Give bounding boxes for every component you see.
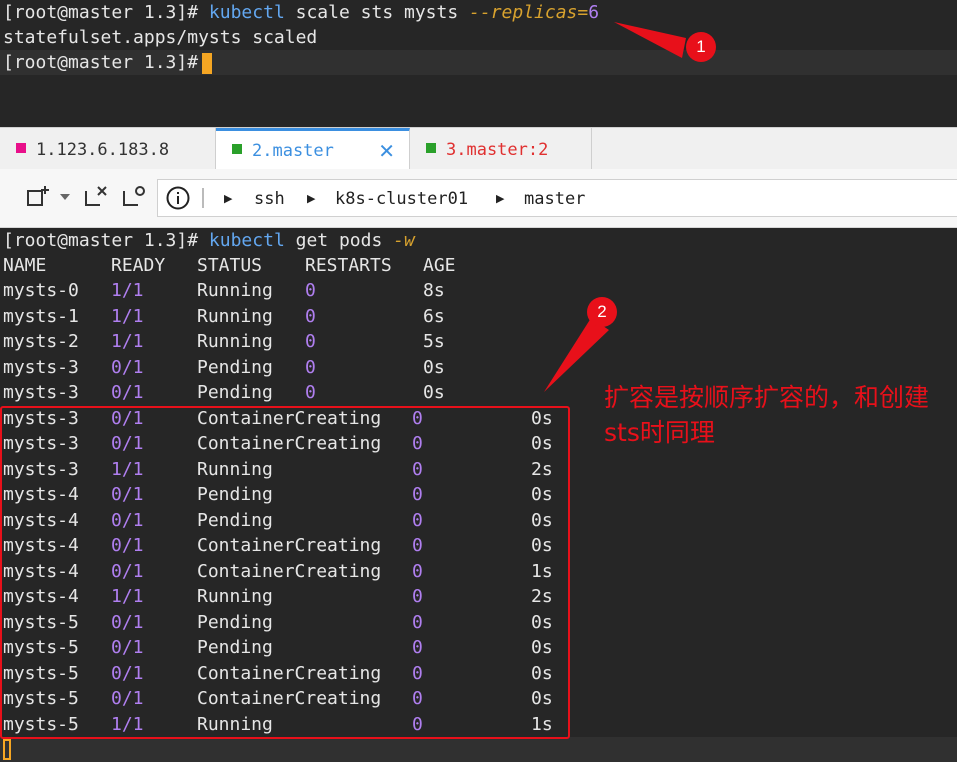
close-tab-icon[interactable]: ✕ (378, 131, 395, 171)
pod-restarts: 0 (305, 280, 316, 301)
pod-status: Running (197, 331, 273, 352)
pod-name: mysts-1 (3, 305, 79, 327)
tab-session-3[interactable]: 3.master:2 (410, 128, 592, 170)
table-row: mysts-0 1/1 Running 0 8s (3, 278, 953, 303)
breadcrumb-ssh[interactable]: ssh (254, 180, 285, 218)
pod-restarts: 0 (305, 356, 316, 378)
divider (202, 188, 204, 208)
top-terminal-pane[interactable]: [root@master 1.3]# kubectl scale sts mys… (0, 0, 957, 127)
tab-label: 1.123.6.183.8 (36, 140, 170, 160)
column-header: RESTARTS (305, 255, 392, 276)
session-status-icon (16, 143, 26, 153)
annotation-note: 扩容是按顺序扩容的，和创建sts时同理 (604, 383, 930, 447)
pod-ready: 1/1 (111, 305, 144, 327)
pod-status: Pending (197, 382, 273, 403)
pod-ready: 0/1 (111, 382, 144, 403)
command-args: scale sts mysts (284, 2, 470, 23)
breadcrumb-host[interactable]: master (524, 180, 585, 218)
table-row: mysts-1 1/1 Running 0 6s (3, 304, 953, 329)
session-settings-icon[interactable] (122, 185, 146, 209)
current-line-highlight (0, 737, 957, 762)
info-icon[interactable] (166, 186, 190, 210)
close-session-icon[interactable] (84, 185, 108, 209)
table-header: NAME READY STATUS RESTARTS AGE (3, 253, 953, 278)
pod-age: 6s (423, 305, 445, 327)
command-value: 6 (588, 2, 600, 23)
session-status-icon (426, 143, 436, 153)
pod-age: 5s (423, 331, 445, 352)
tab-session-2[interactable]: 2.master ✕ (216, 128, 410, 170)
column-header: NAME (3, 255, 47, 276)
command-args: get pods (284, 230, 394, 251)
annotation-badge-1: 1 (686, 32, 716, 62)
pod-restarts: 0 (305, 382, 316, 403)
session-status-icon (232, 144, 242, 154)
shell-prompt: [root@master 1.3]# (3, 52, 199, 73)
terminal-cursor (3, 739, 11, 760)
tab-label: 3.master:2 (446, 140, 549, 160)
pod-name: mysts-0 (3, 280, 79, 301)
pod-age: 8s (423, 280, 445, 301)
annotation-highlight-box (0, 406, 570, 739)
terminal-line: [root@master 1.3]# kubectl scale sts mys… (3, 0, 599, 25)
shell-prompt: [root@master 1.3]# (3, 230, 199, 251)
shell-prompt: [root@master 1.3]# (3, 2, 199, 23)
annotation-badge-2: 2 (587, 297, 617, 327)
column-header: READY (111, 255, 166, 276)
column-header: STATUS (197, 255, 263, 276)
tab-label: 2.master (252, 141, 334, 161)
table-row: mysts-2 1/1 Running 0 5s (3, 329, 953, 354)
terminal-cursor (202, 52, 213, 74)
breadcrumb-cluster[interactable]: k8s-cluster01 (335, 180, 468, 218)
command-option: -w (393, 230, 415, 251)
session-toolbar: ▶ ssh ▶ k8s-cluster01 ▶ master (0, 169, 957, 228)
pod-status: Running (197, 280, 273, 301)
tab-session-1[interactable]: 1.123.6.183.8 (0, 128, 216, 170)
chevron-down-icon[interactable] (58, 189, 82, 213)
command-option: --replicas (469, 2, 578, 23)
pod-ready: 0/1 (111, 356, 144, 378)
pod-age: 0s (423, 382, 445, 403)
command-name: kubectl (208, 2, 285, 23)
breadcrumb-separator-icon: ▶ (496, 192, 505, 205)
pod-name: mysts-3 (3, 356, 79, 378)
command-equals: = (577, 2, 589, 23)
session-path-bar[interactable]: ▶ ssh ▶ k8s-cluster01 ▶ master (157, 179, 957, 217)
pod-status: Pending (197, 356, 273, 378)
table-row: mysts-3 0/1 Pending 0 0s (3, 355, 953, 380)
pod-name: mysts-3 (3, 382, 79, 403)
new-tab-icon[interactable] (26, 185, 50, 209)
breadcrumb-separator-icon: ▶ (307, 192, 316, 205)
terminal-line: [root@master 1.3]# (3, 50, 213, 75)
terminal-line: [root@master 1.3]# kubectl get pods -w (3, 228, 415, 253)
command-name: kubectl (208, 230, 285, 251)
column-header: AGE (423, 255, 456, 276)
pod-restarts: 0 (305, 305, 316, 327)
pod-age: 0s (423, 356, 445, 378)
breadcrumb-separator-icon: ▶ (224, 192, 233, 205)
pod-status: Running (197, 305, 273, 327)
pod-name: mysts-2 (3, 331, 79, 352)
session-tab-bar: 1.123.6.183.8 2.master ✕ 3.master:2 (0, 127, 957, 170)
terminal-output-line: statefulset.apps/mysts scaled (3, 27, 318, 48)
pod-ready: 1/1 (111, 280, 144, 301)
pod-ready: 1/1 (111, 331, 144, 352)
pod-restarts: 0 (305, 331, 316, 352)
